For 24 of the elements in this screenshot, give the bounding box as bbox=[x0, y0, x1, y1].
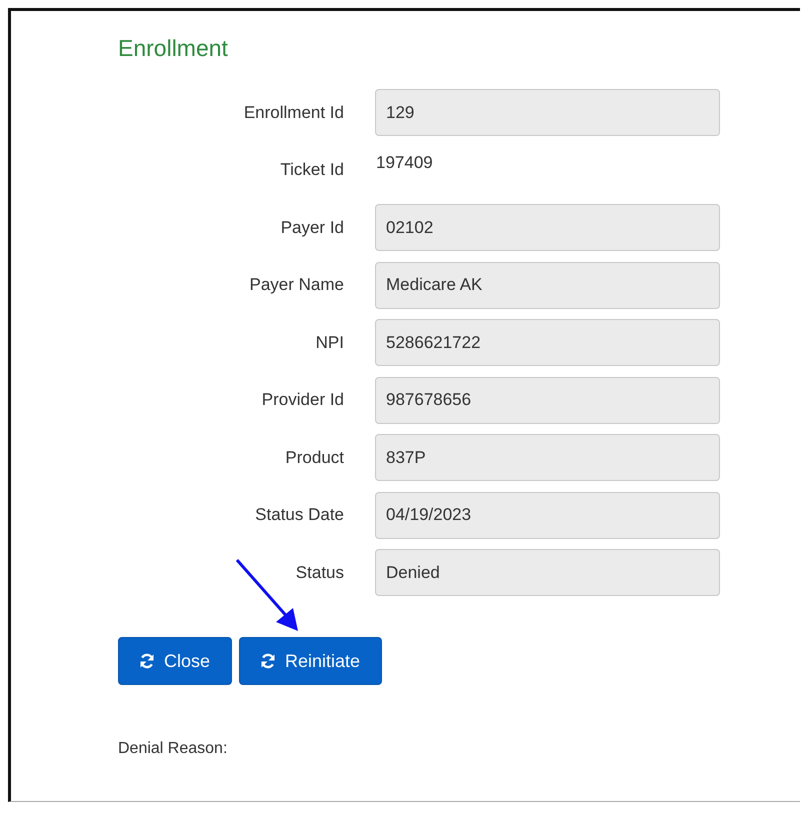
field-label: Status Date bbox=[254, 505, 345, 525]
field-label: Ticket Id bbox=[279, 160, 345, 180]
action-button[interactable]: Close bbox=[118, 637, 232, 685]
input-field[interactable]: 5286621722 bbox=[375, 319, 720, 366]
action-button[interactable]: Reinitiate bbox=[239, 637, 382, 685]
field-label: Payer Id bbox=[280, 218, 345, 238]
field-value: 197409 bbox=[375, 152, 433, 172]
input-field[interactable]: 837P bbox=[375, 434, 720, 481]
field-label: Provider Id bbox=[260, 390, 345, 410]
refresh-icon bbox=[139, 653, 155, 669]
field-label: Product bbox=[284, 448, 345, 468]
refresh-icon bbox=[260, 653, 276, 669]
input-field[interactable]: 987678656 bbox=[375, 376, 720, 424]
section-title: Enrollment bbox=[118, 35, 229, 62]
denial-reason-label: Denial Reason: bbox=[118, 740, 228, 757]
field-label: Payer Name bbox=[248, 275, 345, 295]
input-field[interactable]: 129 bbox=[375, 89, 720, 136]
input-field[interactable]: Denied bbox=[375, 549, 720, 596]
field-label: NPI bbox=[314, 332, 345, 352]
input-field[interactable]: 02102 bbox=[375, 204, 720, 251]
field-label: Enrollment Id bbox=[242, 102, 345, 122]
input-field[interactable]: Medicare AK bbox=[375, 262, 720, 308]
input-field[interactable]: 04/19/2023 bbox=[375, 492, 720, 538]
field-label: Status bbox=[294, 562, 345, 582]
